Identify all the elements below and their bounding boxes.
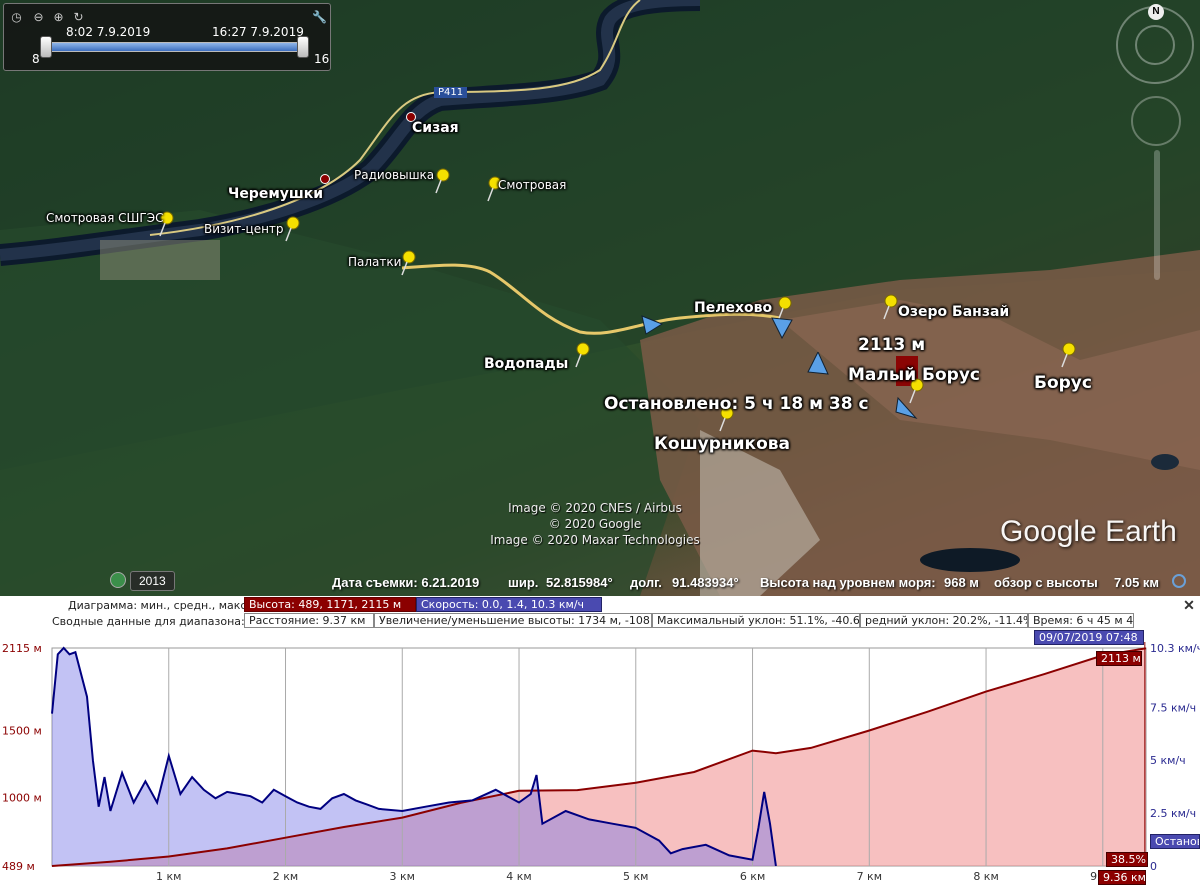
zoom-in-time-icon[interactable]: ⊕: [51, 10, 66, 25]
avg-slope-stat: редний уклон: 20.2%, -11.4%: [860, 613, 1028, 628]
refresh-time-icon[interactable]: ↻: [71, 10, 86, 25]
label-ozero-banzai[interactable]: Озеро Банзай: [898, 304, 1009, 320]
x-tick-label: 6 км: [740, 870, 765, 883]
status-bar: Дата съемки: 6.21.2019 шир. 52.815984° д…: [0, 572, 1200, 594]
north-button[interactable]: N: [1148, 4, 1164, 20]
x-tick-label: 5 км: [623, 870, 648, 883]
distance-stat: Расстояние: 9.37 км: [244, 613, 374, 628]
elevation-tick-label: 1500 м: [2, 724, 42, 737]
speed-tick-label: 0: [1150, 860, 1157, 873]
pushpin-icon[interactable]: [432, 168, 450, 194]
elevation-profile-panel: 1 км2 км3 км4 км5 км6 км7 км8 км9 км2115…: [0, 596, 1200, 886]
time-start-label: 8:02 7.9.2019: [66, 25, 151, 39]
cursor-speed-badge: Останов: [1150, 834, 1200, 849]
cursor-elevation-badge: 2113 м: [1096, 651, 1142, 666]
label-stopped-duration: Остановлено: 5 ч 18 м 38 с: [604, 394, 869, 414]
speed-tick-label: 7.5 км/ч: [1150, 701, 1196, 714]
label-vizit-centr[interactable]: Визит-центр: [204, 222, 284, 236]
x-tick-label: 4 км: [506, 870, 531, 883]
attribution-line: © 2020 Google: [548, 517, 642, 531]
settlement-dot-icon: [320, 174, 330, 184]
track-arrow-icon[interactable]: [806, 352, 830, 376]
time-end-label: 16:27 7.9.2019: [212, 25, 304, 39]
elevation-tick-label: 2115 м: [2, 642, 42, 655]
time-slider-panel: ◷ ⊖ ⊕ ↻ 🔧 8:02 7.9.2019 16:27 7.9.2019 8…: [3, 3, 331, 71]
cursor-date-badge: 09/07/2019 07:48: [1034, 630, 1144, 645]
loading-spinner-icon: [1172, 574, 1186, 588]
range-summary-label: Сводные данные для диапазона:: [52, 615, 245, 628]
elevation-tick-label: 489 м: [2, 860, 35, 873]
pushpin-icon[interactable]: [1058, 342, 1076, 368]
zoom-out-time-icon[interactable]: ⊖: [31, 10, 46, 25]
label-cheremushki[interactable]: Черемушки: [228, 186, 323, 202]
speed-tick-label: 2.5 км/ч: [1150, 807, 1196, 820]
time-stat: Время: 6 ч 45 м 46 с: [1028, 613, 1134, 628]
time-end-handle[interactable]: [297, 36, 309, 58]
x-tick-label: 8 км: [973, 870, 998, 883]
eye-alt-value: 7.05 км: [1114, 575, 1160, 590]
look-joystick[interactable]: [1131, 96, 1181, 146]
cursor-distance-badge: 9.36 км: [1098, 870, 1146, 885]
lat-value: 52.815984°: [546, 575, 613, 590]
time-start-hour: 8: [32, 52, 40, 66]
lat-label: шир.: [508, 575, 539, 590]
eye-alt-label: обзор с высоты: [994, 575, 1098, 590]
gain-loss-stat: Увеличение/уменьшение высоты: 1734 м, -1…: [374, 613, 652, 628]
google-earth-logo: Google Earth: [1000, 515, 1177, 548]
attribution-line: Image © 2020 Maxar Technologies: [490, 533, 700, 547]
elevation-value: 968 м: [944, 575, 979, 590]
move-joystick[interactable]: [1135, 25, 1175, 65]
pushpin-icon[interactable]: [880, 294, 898, 320]
speed-tick-label: 10.3 км/ч: [1150, 642, 1200, 655]
x-tick-label: 3 км: [390, 870, 415, 883]
label-palatki[interactable]: Палатки: [348, 255, 401, 269]
track-arrow-icon[interactable]: [894, 396, 918, 420]
label-smotrovaya-sshges[interactable]: Смотровая СШГЭС: [46, 211, 163, 225]
chart-stats-label: Диаграмма: мин., средн., макс.: [68, 599, 250, 612]
elevation-label: Высота над уровнем моря:: [760, 575, 936, 590]
zoom-slider[interactable]: [1154, 150, 1160, 280]
attribution-line: Image © 2020 CNES / Airbus: [508, 501, 682, 515]
elevation-profile-chart[interactable]: 1 км2 км3 км4 км5 км6 км7 км8 км9 км2115…: [0, 596, 1200, 886]
speed-tick-label: 5 км/ч: [1150, 754, 1186, 767]
time-start-handle[interactable]: [40, 36, 52, 58]
time-end-hour: 16: [314, 52, 330, 66]
label-summit-altitude: 2113 м: [858, 335, 926, 355]
close-profile-button[interactable]: ✕: [1182, 598, 1196, 612]
clock-icon[interactable]: ◷: [9, 10, 24, 25]
x-tick-label: 1 км: [156, 870, 181, 883]
pushpin-icon[interactable]: [572, 342, 590, 368]
wrench-icon[interactable]: 🔧: [312, 10, 327, 25]
label-radiovyshka[interactable]: Радиовышка: [354, 168, 434, 182]
label-vodopady[interactable]: Водопады: [484, 356, 568, 372]
label-sizaya[interactable]: Сизая: [412, 120, 459, 136]
track-arrow-icon[interactable]: [770, 316, 794, 340]
pushpin-icon[interactable]: [282, 216, 300, 242]
road-shield: Р411: [434, 87, 468, 98]
imagery-attribution: Image © 2020 CNES / Airbus © 2020 Google…: [460, 500, 730, 548]
map-view[interactable]: Р411 Сизая Радиовышка Смотровая Черемушк…: [0, 0, 1200, 596]
label-maly-borus[interactable]: Малый Борус: [848, 365, 980, 385]
x-tick-label: 7 км: [857, 870, 882, 883]
cursor-slope-badge: 38.5%: [1106, 852, 1148, 867]
lon-value: 91.483934°: [672, 575, 739, 590]
max-slope-stat: Максимальный уклон: 51.1%, -40.6%: [652, 613, 860, 628]
elevation-tick-label: 1000 м: [2, 791, 42, 804]
elevation-stats-badge[interactable]: Высота: 489, 1171, 2115 м: [244, 597, 416, 612]
label-smotrovaya[interactable]: Смотровая: [498, 178, 566, 192]
track-arrow-icon[interactable]: [640, 312, 664, 336]
x-tick-label: 2 км: [273, 870, 298, 883]
label-pelehovo[interactable]: Пелехово: [694, 300, 772, 316]
lon-label: долг.: [630, 575, 662, 590]
time-slider-track[interactable]: [44, 42, 306, 52]
label-borus[interactable]: Борус: [1034, 373, 1092, 393]
label-koshurnikova[interactable]: Кошурникова: [654, 434, 790, 454]
speed-stats-badge[interactable]: Скорость: 0.0, 1.4, 10.3 км/ч: [416, 597, 602, 612]
capture-date: Дата съемки: 6.21.2019: [332, 575, 480, 590]
